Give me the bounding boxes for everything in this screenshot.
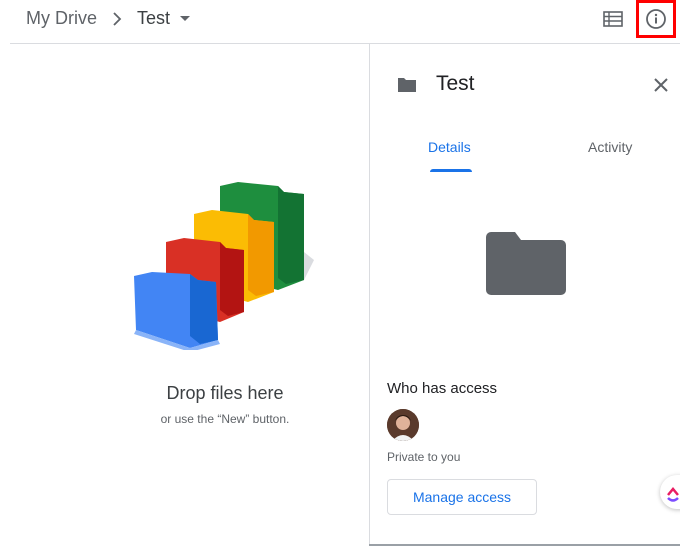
owner-avatar[interactable]: [387, 409, 419, 441]
breadcrumb-current-label: Test: [137, 8, 171, 28]
extension-logo-icon: [667, 487, 679, 502]
list-view-button[interactable]: [603, 11, 623, 27]
manage-access-button[interactable]: Manage access: [387, 479, 537, 515]
drop-files-illustration-icon: [134, 182, 314, 350]
list-view-icon: [603, 11, 623, 27]
extension-badge[interactable]: [660, 475, 680, 509]
who-has-access-heading: Who has access: [387, 380, 498, 397]
view-details-button[interactable]: [636, 0, 676, 38]
caret-down-icon: [180, 16, 191, 21]
close-icon[interactable]: [652, 76, 670, 94]
breadcrumb-separator: [111, 10, 123, 31]
tab-details[interactable]: Details: [428, 139, 471, 155]
breadcrumb-current-folder[interactable]: Test: [137, 8, 191, 29]
chevron-right-icon: [113, 12, 122, 26]
details-panel-title: Test: [436, 72, 475, 95]
active-tab-indicator: [430, 169, 472, 172]
tab-activity[interactable]: Activity: [588, 139, 632, 155]
folder-preview-icon: [486, 232, 566, 295]
details-panel: Test Details Activity Who has access Pri…: [369, 44, 680, 546]
drop-zone[interactable]: Drop files here or use the “New” button.: [0, 44, 369, 546]
breadcrumb-my-drive[interactable]: My Drive: [26, 8, 97, 29]
person-avatar-icon: [387, 409, 419, 441]
folder-icon: [398, 78, 416, 92]
access-status-text: Private to you: [387, 450, 461, 464]
header: My Drive Test: [0, 0, 680, 44]
info-icon: [646, 9, 666, 29]
